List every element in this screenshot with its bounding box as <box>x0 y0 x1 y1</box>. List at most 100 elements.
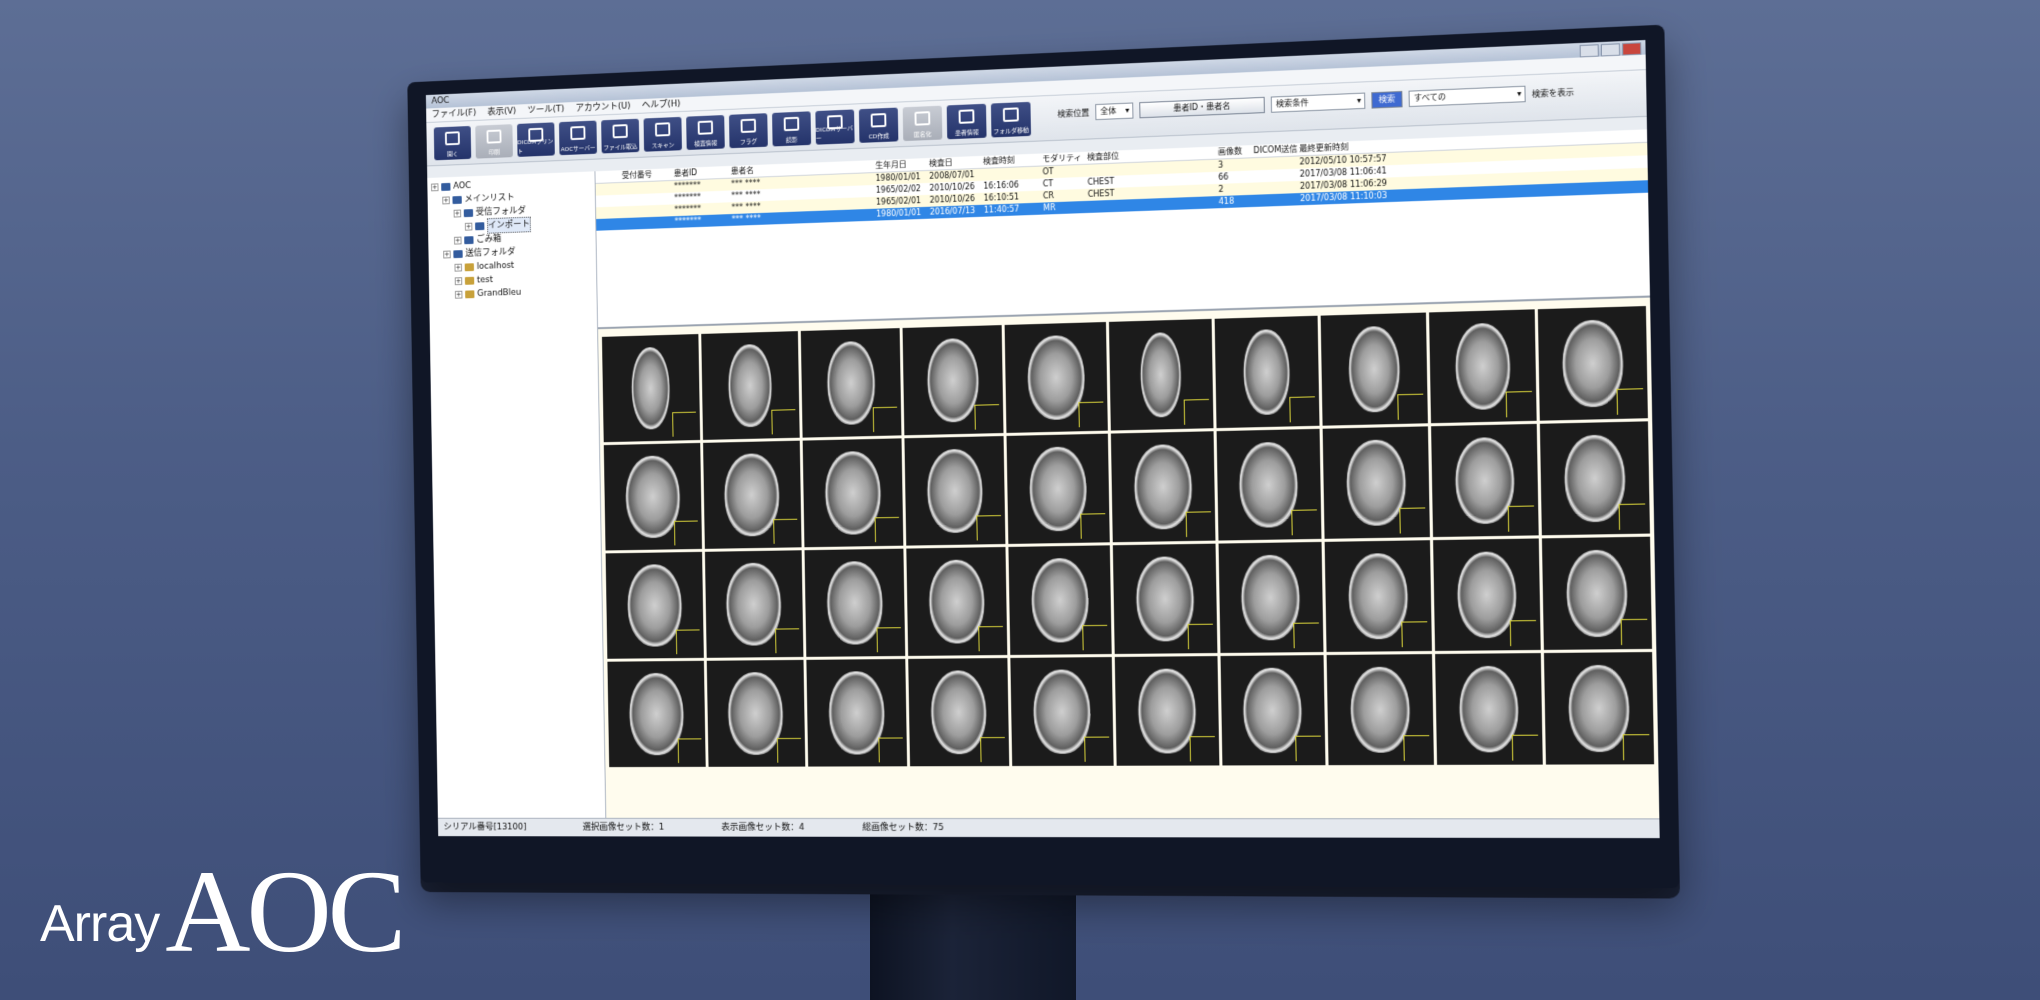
slice-marker <box>1185 511 1211 537</box>
toolbar-button-9[interactable]: DICOMサーバー <box>815 109 854 144</box>
image-thumbnail[interactable] <box>902 325 1004 435</box>
toolbar-button-3[interactable]: AOCサーバー <box>559 121 597 156</box>
mri-slice-image <box>1133 444 1192 530</box>
search-button[interactable]: 検索 <box>1371 91 1402 109</box>
image-thumbnail[interactable] <box>606 552 704 659</box>
table-cell <box>1254 193 1300 207</box>
column-header[interactable]: モダリティ <box>1042 152 1087 166</box>
image-thumbnail[interactable] <box>703 441 802 549</box>
menu-help[interactable]: ヘルプ(H) <box>642 97 681 112</box>
search-field-button[interactable]: 患者ID・患者名 <box>1139 97 1265 118</box>
expand-toggle-icon[interactable]: + <box>455 277 463 285</box>
column-header[interactable]: 受付番号 <box>622 168 674 182</box>
expand-toggle-icon[interactable]: + <box>465 223 473 231</box>
expand-toggle-icon[interactable]: + <box>431 183 438 191</box>
print-icon <box>486 129 501 143</box>
toolbar-button-10[interactable]: CD作成 <box>859 108 898 143</box>
minimize-button[interactable] <box>1580 44 1599 57</box>
image-thumbnail[interactable] <box>1113 544 1217 654</box>
expand-toggle-icon[interactable]: + <box>454 237 462 245</box>
column-header[interactable]: 画像数 <box>1218 145 1254 159</box>
search-condition-select[interactable]: 検索条件 <box>1271 93 1366 113</box>
image-thumbnail[interactable] <box>807 659 907 767</box>
toolbar-button-5[interactable]: スキャン <box>644 117 682 152</box>
image-thumbnail[interactable] <box>1214 316 1319 428</box>
search-location-select[interactable]: 全体 <box>1095 102 1133 120</box>
image-thumbnail[interactable] <box>1321 313 1428 426</box>
image-thumbnail[interactable] <box>701 331 800 440</box>
toolbar-button-11[interactable]: 匿名化 <box>903 106 943 141</box>
image-thumbnail[interactable] <box>602 334 700 442</box>
image-thumbnail[interactable] <box>1433 538 1541 651</box>
image-thumbnail[interactable] <box>1005 322 1108 433</box>
image-thumbnail[interactable] <box>1429 309 1537 423</box>
image-thumbnail[interactable] <box>1325 540 1432 652</box>
server-icon <box>570 126 585 140</box>
column-header[interactable]: 患者ID <box>674 166 731 180</box>
toolbar-button-0[interactable]: 開く <box>434 126 471 160</box>
image-thumbnail[interactable] <box>705 550 804 658</box>
image-thumbnail[interactable] <box>1431 424 1539 537</box>
image-thumbnail[interactable] <box>1111 431 1215 542</box>
image-thumbnail[interactable] <box>1544 652 1654 765</box>
maximize-button[interactable] <box>1601 43 1620 56</box>
toolbar-button-8[interactable]: 読影 <box>772 111 811 146</box>
column-header[interactable]: 生年月日 <box>875 158 929 172</box>
slice-marker <box>873 407 898 432</box>
image-thumbnail[interactable] <box>1218 542 1324 653</box>
image-thumbnail[interactable] <box>706 660 805 767</box>
toolbar-button-1[interactable]: 印刷 <box>475 124 513 158</box>
toolbar-button-4[interactable]: ファイル取込 <box>601 119 639 154</box>
image-thumbnail[interactable] <box>1220 655 1326 765</box>
mri-slice-image <box>1243 329 1290 416</box>
image-thumbnail[interactable] <box>1009 545 1112 655</box>
image-thumbnail[interactable] <box>1216 429 1322 541</box>
toolbar-button-13[interactable]: フォルダ移動 <box>991 102 1031 138</box>
slice-marker <box>772 409 796 434</box>
slice-marker <box>1291 509 1317 535</box>
column-header[interactable]: DICOM送信 <box>1253 143 1299 157</box>
toolbar-button-12[interactable]: 患者情報 <box>947 104 987 140</box>
inbox-icon <box>464 209 473 217</box>
image-thumbnail[interactable] <box>1007 434 1110 544</box>
image-thumbnail[interactable] <box>1538 306 1648 421</box>
expand-toggle-icon[interactable]: + <box>454 210 462 218</box>
image-thumbnail[interactable] <box>1542 537 1652 650</box>
menu-tools[interactable]: ツール(T) <box>527 102 564 117</box>
image-thumbnail[interactable] <box>803 438 903 547</box>
expand-toggle-icon[interactable]: + <box>455 291 463 299</box>
column-header[interactable]: 検査日 <box>929 156 983 170</box>
image-thumbnail[interactable] <box>904 436 1006 546</box>
image-thumbnail[interactable] <box>607 661 705 767</box>
expand-toggle-icon[interactable]: + <box>454 264 462 272</box>
toolbar-button-7[interactable]: フラグ <box>729 113 768 148</box>
content-pane: 受付番号 患者ID 患者名 生年月日 検査日 検査時刻 モダリティ 検査部位 画像数 DICOM送… <box>595 129 1659 819</box>
image-thumbnail[interactable] <box>801 328 901 438</box>
search-range-select[interactable]: すべての <box>1409 86 1526 107</box>
image-thumbnail[interactable] <box>1323 426 1430 538</box>
menu-view[interactable]: 表示(V) <box>487 105 516 120</box>
show-search-link[interactable]: 検索を表示 <box>1532 86 1574 99</box>
image-thumbnail[interactable] <box>1109 319 1213 431</box>
image-thumbnail[interactable] <box>604 443 702 551</box>
close-button[interactable] <box>1622 42 1641 55</box>
image-thumbnail[interactable] <box>906 547 1008 656</box>
column-header[interactable] <box>595 171 608 183</box>
toolbar-button-2[interactable]: DICOMプリント <box>517 122 555 157</box>
expand-toggle-icon[interactable]: + <box>443 251 451 259</box>
image-thumbnail[interactable] <box>1435 653 1543 765</box>
image-thumbnail[interactable] <box>1327 654 1434 765</box>
image-thumbnail[interactable] <box>1115 656 1219 766</box>
expand-toggle-icon[interactable]: + <box>442 196 450 204</box>
slice-marker <box>979 626 1004 651</box>
image-thumbnail[interactable] <box>805 549 905 657</box>
column-header[interactable] <box>609 170 622 182</box>
mri-slice-image <box>1346 439 1406 526</box>
image-thumbnail[interactable] <box>908 658 1010 766</box>
menu-account[interactable]: アカウント(U) <box>575 100 630 116</box>
column-header[interactable]: 検査時刻 <box>983 153 1043 167</box>
toolbar-button-6[interactable]: 検査情報 <box>686 115 725 150</box>
menu-file[interactable]: ファイル(F) <box>432 106 477 121</box>
image-thumbnail[interactable] <box>1011 657 1114 766</box>
image-thumbnail[interactable] <box>1540 421 1650 535</box>
